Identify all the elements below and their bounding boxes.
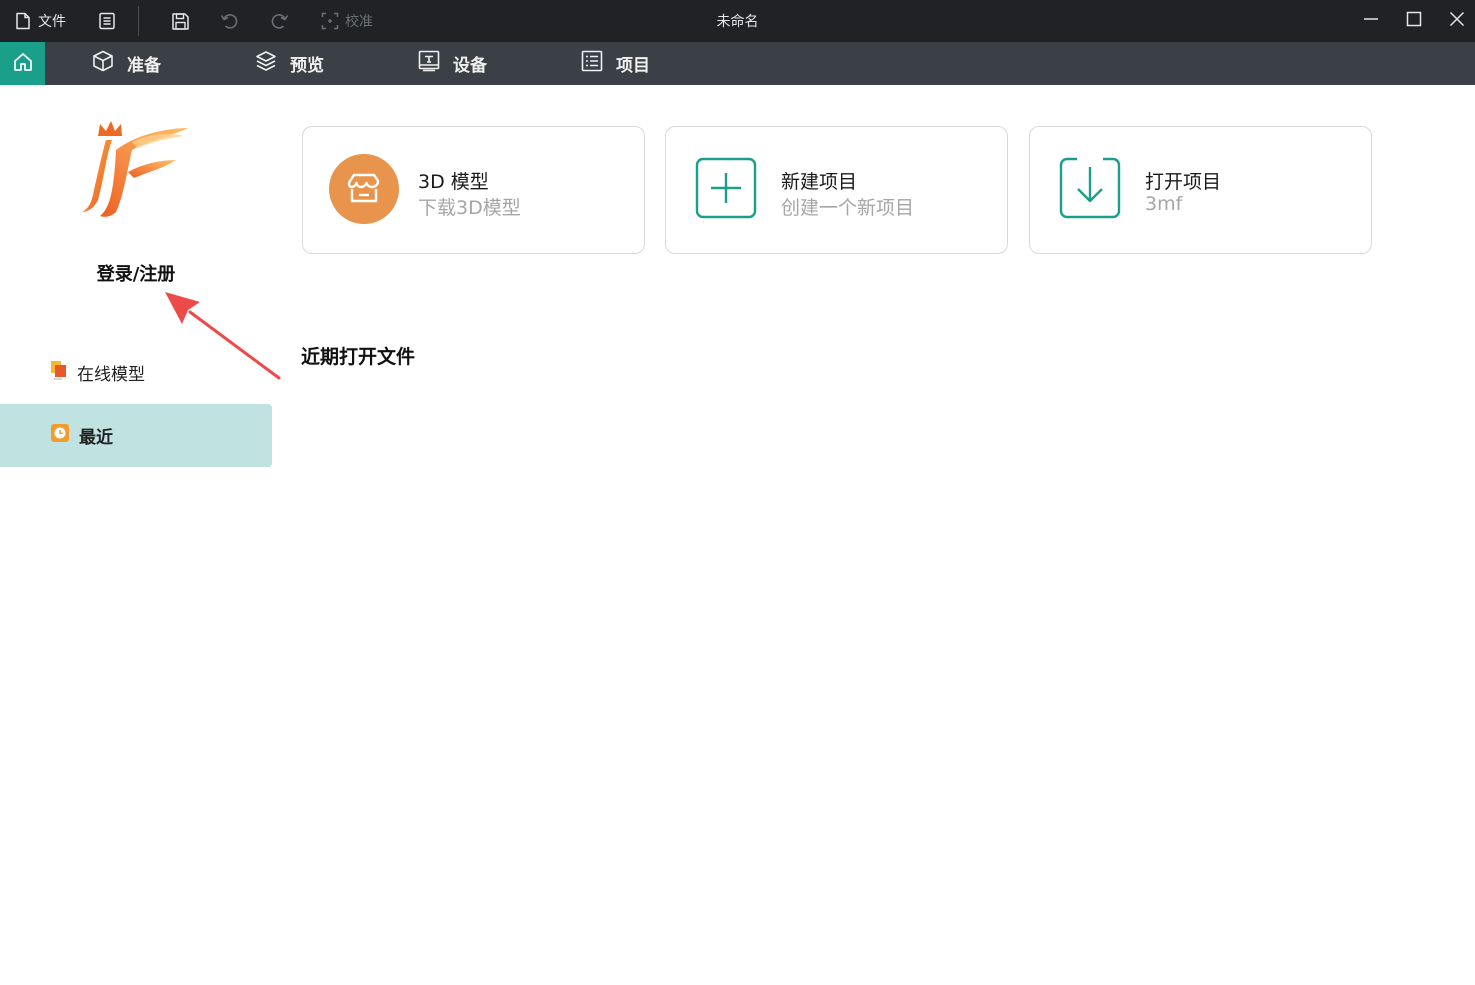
tab-device-label: 设备 bbox=[453, 56, 487, 76]
file-menu[interactable]: 文件 bbox=[14, 0, 66, 42]
minimize-button[interactable] bbox=[1350, 0, 1392, 42]
save-icon bbox=[171, 12, 190, 31]
card-title: 打开项目 bbox=[1145, 171, 1222, 193]
tab-project[interactable]: 项目 bbox=[580, 42, 650, 85]
redo-icon bbox=[270, 11, 290, 31]
layers-icon bbox=[254, 49, 278, 78]
undo-icon bbox=[219, 11, 239, 31]
file-menu-label: 文件 bbox=[38, 14, 66, 30]
document-icon bbox=[98, 12, 116, 30]
tab-prepare-label: 准备 bbox=[127, 56, 161, 76]
tab-preview-label: 预览 bbox=[290, 56, 324, 76]
minimize-icon bbox=[1363, 11, 1379, 31]
file-icon bbox=[14, 12, 32, 30]
brand-logo bbox=[76, 116, 192, 220]
calibrate-icon bbox=[321, 12, 339, 30]
import-icon bbox=[1055, 153, 1127, 225]
card-new-project[interactable]: 新建项目 创建一个新项目 bbox=[665, 126, 1008, 254]
maximize-button[interactable] bbox=[1393, 0, 1435, 42]
device-icon bbox=[417, 49, 441, 78]
tab-prepare[interactable]: 准备 bbox=[91, 42, 161, 85]
save-button[interactable] bbox=[171, 0, 190, 42]
calibrate-button[interactable]: 校准 bbox=[321, 0, 373, 42]
card-open-project[interactable]: 打开项目 3mf bbox=[1029, 126, 1372, 254]
card-title: 新建项目 bbox=[781, 171, 858, 193]
card-title: 3D 模型 bbox=[418, 171, 489, 193]
maximize-icon bbox=[1406, 11, 1422, 31]
document-button[interactable] bbox=[98, 0, 116, 42]
calibrate-label: 校准 bbox=[345, 14, 373, 30]
card-3d-model[interactable]: 3D 模型 下载3D模型 bbox=[302, 126, 645, 254]
tab-preview[interactable]: 预览 bbox=[254, 42, 324, 85]
store-icon bbox=[328, 153, 400, 225]
title-bar: 文件 校准 未命名 bbox=[0, 0, 1475, 42]
close-button[interactable] bbox=[1436, 0, 1475, 42]
undo-button[interactable] bbox=[219, 0, 239, 42]
sidebar-item-label: 最近 bbox=[79, 428, 113, 448]
tab-device[interactable]: 设备 bbox=[417, 42, 487, 85]
close-icon bbox=[1449, 11, 1465, 31]
cube-icon bbox=[91, 49, 115, 78]
card-subtitle: 3mf bbox=[1145, 193, 1183, 215]
online-model-icon bbox=[50, 360, 68, 385]
redo-button[interactable] bbox=[270, 0, 290, 42]
recent-files-heading: 近期打开文件 bbox=[301, 346, 416, 368]
plus-icon bbox=[691, 153, 763, 225]
clock-icon bbox=[50, 423, 70, 448]
home-icon bbox=[12, 51, 34, 77]
card-subtitle: 创建一个新项目 bbox=[781, 197, 915, 219]
sidebar-item-label: 在线模型 bbox=[77, 365, 145, 385]
tab-project-label: 项目 bbox=[616, 56, 650, 76]
list-icon bbox=[580, 49, 604, 78]
sidebar-item-recent[interactable]: 最近 bbox=[0, 404, 272, 467]
annotation-arrow bbox=[165, 292, 281, 380]
card-subtitle: 下载3D模型 bbox=[418, 197, 521, 219]
toolbar-divider bbox=[138, 6, 139, 36]
home-tab[interactable] bbox=[0, 42, 45, 85]
login-register-link[interactable]: 登录/注册 bbox=[0, 260, 272, 286]
nav-bar: 准备 预览 设备 项目 bbox=[0, 42, 1475, 85]
